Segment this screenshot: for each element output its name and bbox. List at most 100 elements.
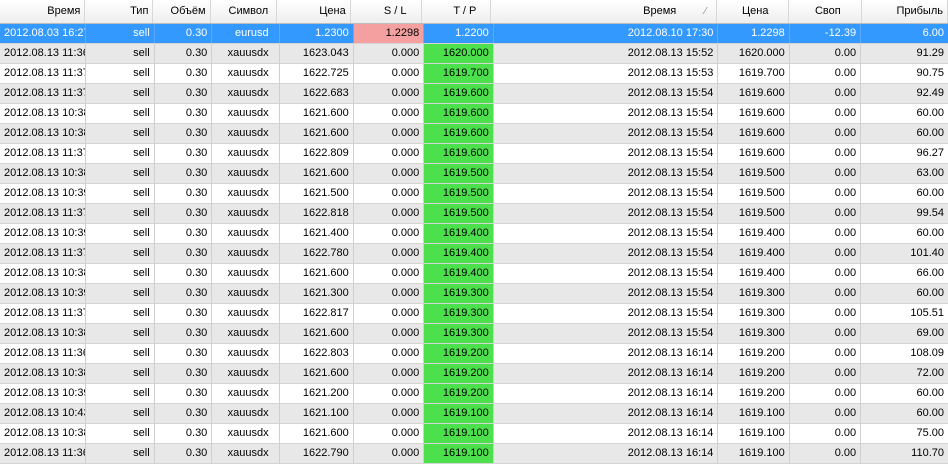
- cell-type: sell: [86, 224, 155, 243]
- header-close-price[interactable]: Цена: [717, 0, 790, 23]
- cell-volume: 0.30: [155, 264, 213, 283]
- cell-close-price: 1619.100: [718, 424, 790, 443]
- table-row[interactable]: 2012.08.13 11:37 sell 0.30 xauusdx 1622.683 0…: [0, 84, 948, 104]
- cell-swap: 0.00: [790, 384, 862, 403]
- cell-close-time: 2012.08.13 15:54: [494, 164, 719, 183]
- cell-swap: 0.00: [790, 304, 862, 323]
- header-close-time[interactable]: Время ⁄: [491, 0, 718, 23]
- table-row[interactable]: 2012.08.03 16:27 sell 0.30 eurusd 1.2300 1.22…: [0, 24, 948, 44]
- cell-type: sell: [86, 284, 155, 303]
- cell-profit: 60.00: [916, 387, 944, 399]
- cell-close-price: 1619.300: [718, 284, 790, 303]
- cell-open-time: 2012.08.13 11:36: [0, 444, 87, 463]
- table-row[interactable]: 2012.08.13 11:37 sell 0.30 xauusdx 1622.725 0…: [0, 64, 948, 84]
- cell-stop-loss: 0.000: [354, 264, 425, 283]
- header-swap[interactable]: Своп: [789, 0, 862, 23]
- table-row[interactable]: 2012.08.13 10:43 sell 0.30 xauusdx 1621.100 0…: [0, 404, 948, 424]
- cell-profit: 60.00: [916, 107, 944, 119]
- cell-profit: 60.00: [916, 287, 944, 299]
- table-row[interactable]: 2012.08.13 10:38 sell 0.30 xauusdx 1621.600 0…: [0, 104, 948, 124]
- cell-open-price: 1622.803: [280, 344, 354, 363]
- cell-volume: 0.30: [155, 404, 213, 423]
- cell-profit: 101.40: [910, 247, 944, 259]
- table-row[interactable]: 2012.08.13 11:36 sell 0.30 xauusdx 1622.803 0…: [0, 344, 948, 364]
- table-row[interactable]: 2012.08.13 10:38 sell 0.30 xauusdx 1621.600 0…: [0, 364, 948, 384]
- table-row[interactable]: 2012.08.13 11:37 sell 0.30 xauusdx 1622.818 0…: [0, 204, 948, 224]
- cell-open-price: 1621.400: [280, 224, 354, 243]
- cell-volume: 0.30: [155, 224, 213, 243]
- cell-open-price: 1621.300: [280, 284, 354, 303]
- cell-type: sell: [86, 384, 155, 403]
- header-profit[interactable]: Прибыль: [862, 0, 948, 23]
- header-type[interactable]: Тип: [85, 0, 154, 23]
- table-row[interactable]: 2012.08.13 10:39 sell 0.30 xauusdx 1621.200 0…: [0, 384, 948, 404]
- cell-type: sell: [86, 44, 155, 63]
- cell-stop-loss: 0.000: [354, 44, 425, 63]
- table-row[interactable]: 2012.08.13 10:39 sell 0.30 xauusdx 1621.500 0…: [0, 184, 948, 204]
- cell-type: sell: [86, 164, 155, 183]
- table-row[interactable]: 2012.08.13 10:38 sell 0.30 xauusdx 1621.600 0…: [0, 324, 948, 344]
- cell-open-time: 2012.08.03 16:27: [0, 24, 87, 43]
- cell-volume: 0.30: [155, 244, 213, 263]
- cell-close-price: 1.2298: [718, 24, 790, 43]
- cell-profit: 6.00: [922, 27, 944, 39]
- cell-close-time: 2012.08.13 15:54: [494, 304, 719, 323]
- cell-swap: 0.00: [790, 204, 862, 223]
- header-take-profit[interactable]: T / P: [422, 0, 492, 23]
- cell-open-time: 2012.08.13 10:39: [0, 384, 87, 403]
- table-row[interactable]: 2012.08.13 10:38 sell 0.30 xauusdx 1621.600 0…: [0, 164, 948, 184]
- cell-close-price: 1619.200: [718, 364, 790, 383]
- table-row[interactable]: 2012.08.13 11:37 sell 0.30 xauusdx 1622.809 0…: [0, 144, 948, 164]
- table-row[interactable]: 2012.08.13 10:38 sell 0.30 xauusdx 1621.600 0…: [0, 264, 948, 284]
- cell-close-price: 1619.300: [718, 304, 790, 323]
- cell-type: sell: [86, 444, 155, 463]
- cell-volume: 0.30: [155, 164, 213, 183]
- cell-take-profit: 1619.700: [424, 64, 494, 83]
- cell-profit: 110.70: [911, 447, 944, 459]
- cell-type: sell: [86, 204, 155, 223]
- header-symbol[interactable]: Символ: [211, 0, 278, 23]
- cell-open-price: 1622.725: [280, 64, 354, 83]
- cell-volume: 0.30: [155, 144, 213, 163]
- cell-open-time: 2012.08.13 11:36: [0, 44, 87, 63]
- cell-open-time: 2012.08.13 10:39: [0, 184, 87, 203]
- cell-open-time: 2012.08.13 11:37: [0, 84, 87, 103]
- table-row[interactable]: 2012.08.13 11:36 sell 0.30 xauusdx 1622.790 0…: [0, 444, 948, 464]
- sort-indicator-icon: ⁄: [704, 6, 707, 17]
- cell-symbol: xauusdx: [212, 144, 280, 163]
- header-open-price[interactable]: Цена: [277, 0, 351, 23]
- cell-stop-loss: 0.000: [354, 284, 425, 303]
- cell-stop-loss: 0.000: [354, 324, 425, 343]
- cell-type: sell: [86, 104, 155, 123]
- header-stop-loss[interactable]: S / L: [351, 0, 422, 23]
- cell-stop-loss: 0.000: [354, 344, 425, 363]
- table-row[interactable]: 2012.08.13 10:38 sell 0.30 xauusdx 1621.600 0…: [0, 124, 948, 144]
- cell-close-time: 2012.08.13 15:54: [494, 224, 719, 243]
- table-row[interactable]: 2012.08.13 10:39 sell 0.30 xauusdx 1621.300 0…: [0, 284, 948, 304]
- cell-symbol: xauusdx: [212, 284, 280, 303]
- header-volume[interactable]: Объём: [153, 0, 211, 23]
- cell-stop-loss: 0.000: [354, 164, 425, 183]
- cell-symbol: xauusdx: [212, 444, 280, 463]
- header-open-time[interactable]: Время: [0, 0, 86, 23]
- cell-profit: 91.29: [916, 47, 944, 59]
- cell-close-price: 1619.600: [718, 84, 790, 103]
- cell-volume: 0.30: [155, 324, 213, 343]
- table-row[interactable]: 2012.08.13 11:37 sell 0.30 xauusdx 1622.780 0…: [0, 244, 948, 264]
- table-row[interactable]: 2012.08.13 10:39 sell 0.30 xauusdx 1621.400 0…: [0, 224, 948, 244]
- cell-volume: 0.30: [155, 84, 213, 103]
- cell-open-time: 2012.08.13 10:38: [0, 264, 87, 283]
- cell-take-profit: 1619.500: [424, 184, 494, 203]
- cell-close-price: 1619.100: [718, 404, 790, 423]
- table-row[interactable]: 2012.08.13 10:38 sell 0.30 xauusdx 1621.600 0…: [0, 424, 948, 444]
- table-row[interactable]: 2012.08.13 11:37 sell 0.30 xauusdx 1622.817 0…: [0, 304, 948, 324]
- cell-open-price: 1622.818: [280, 204, 354, 223]
- cell-open-price: 1621.600: [280, 164, 354, 183]
- cell-close-time: 2012.08.13 16:14: [494, 404, 719, 423]
- cell-profit: 72.00: [916, 367, 944, 379]
- cell-stop-loss: 0.000: [354, 124, 425, 143]
- cell-open-price: 1623.043: [280, 44, 354, 63]
- cell-swap: 0.00: [790, 364, 862, 383]
- table-row[interactable]: 2012.08.13 11:36 sell 0.30 xauusdx 1623.043 0…: [0, 44, 948, 64]
- cell-symbol: xauusdx: [212, 304, 280, 323]
